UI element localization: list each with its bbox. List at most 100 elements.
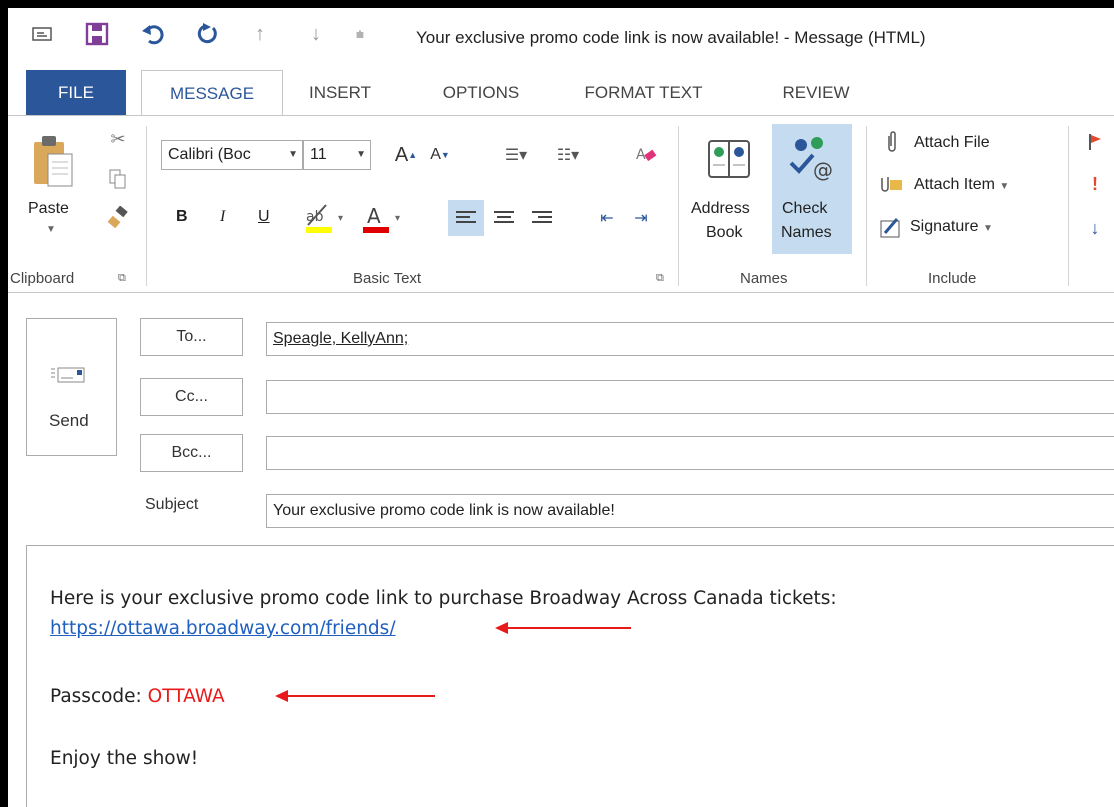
svg-text:▾: ▾ (395, 213, 400, 224)
send-label: Send (49, 411, 89, 430)
decrease-indent-icon[interactable]: ⇤ (592, 200, 622, 236)
signature-icon (876, 214, 906, 242)
basic-text-launcher-icon[interactable]: ⧉ (656, 272, 664, 285)
window-title: Your exclusive promo code link is now av… (416, 28, 926, 47)
passcode-line: Passcode: OTTAWA (50, 686, 225, 707)
paste-label[interactable]: Paste (28, 200, 69, 218)
ribbon: Paste ▼ ✂ Clipboard ⧉ Calibri (Boc ▼ 11 … (8, 115, 1114, 293)
body-line-intro: Here is your exclusive promo code link t… (50, 588, 837, 609)
title-bar: ↑ ↓ ⩧ Your exclusive promo code link is … (8, 8, 1114, 70)
ribbon-tabs: FILE MESSAGE INSERT OPTIONS FORMAT TEXT … (8, 70, 1114, 117)
attach-item-icon (876, 170, 906, 198)
customize-toolbar-icon[interactable]: ⩧ (350, 20, 370, 48)
check-names-label-line1: Check (782, 200, 828, 217)
tab-insert[interactable]: INSERT (300, 70, 380, 116)
subject-label: Subject (145, 496, 199, 513)
signature-label: Signature (910, 218, 979, 235)
address-book-label-line1[interactable]: Address (691, 200, 750, 218)
promo-link[interactable]: https://ottawa.broadway.com/friends/ (50, 618, 396, 639)
check-names-label-line2: Names (781, 224, 832, 241)
high-importance-icon[interactable]: ! (1084, 172, 1106, 196)
chevron-down-icon: ▼ (288, 149, 298, 160)
cut-icon[interactable]: ✂ (104, 124, 132, 154)
check-names-icon: @ (782, 128, 842, 188)
tab-options[interactable]: OPTIONS (426, 70, 536, 116)
group-separator (678, 126, 679, 286)
tab-format-text[interactable]: FORMAT TEXT (576, 70, 711, 116)
save-icon[interactable] (82, 20, 112, 48)
bcc-button[interactable]: Bcc... (140, 434, 243, 472)
group-separator (866, 126, 867, 286)
italic-button[interactable]: I (220, 208, 225, 226)
clear-formatting-icon[interactable]: A (632, 140, 660, 170)
clipboard-group-label: Clipboard (10, 270, 75, 287)
format-painter-icon[interactable] (104, 202, 132, 232)
tab-file[interactable]: FILE (26, 70, 126, 116)
send-icon (51, 365, 91, 390)
follow-up-flag-icon[interactable] (1084, 130, 1106, 154)
signature-button[interactable]: Signature ▼ (910, 218, 993, 236)
message-body[interactable]: Here is your exclusive promo code link t… (26, 545, 1114, 807)
closing-line: Enjoy the show! (50, 748, 199, 769)
bcc-field[interactable] (266, 436, 1114, 470)
attach-item-label: Attach Item (914, 176, 995, 193)
align-center-icon[interactable] (486, 200, 522, 236)
cc-field[interactable] (266, 380, 1114, 414)
increase-indent-icon[interactable]: ⇥ (626, 200, 656, 236)
paperclip-icon (880, 128, 904, 156)
address-book-label-line2[interactable]: Book (706, 224, 742, 242)
outlook-message-window: ↑ ↓ ⩧ Your exclusive promo code link is … (8, 8, 1114, 807)
highlight-color-icon[interactable]: ab▾ (303, 200, 353, 236)
to-button[interactable]: To... (140, 318, 243, 356)
subject-field[interactable]: Your exclusive promo code link is now av… (266, 494, 1114, 528)
svg-text:@: @ (813, 158, 833, 182)
group-separator (146, 126, 147, 286)
names-group-label: Names (740, 270, 788, 287)
send-button[interactable]: Send (26, 318, 117, 456)
to-field[interactable]: Speagle, KellyAnn; (266, 322, 1114, 356)
to-recipient[interactable]: Speagle, KellyAnn; (273, 330, 408, 347)
window-menu-icon[interactable] (28, 20, 56, 48)
svg-text:▾: ▾ (338, 213, 343, 224)
previous-item-icon[interactable]: ↑ (248, 20, 272, 48)
chevron-down-icon: ▼ (999, 181, 1010, 192)
address-book-icon[interactable] (694, 126, 764, 190)
chevron-down-icon: ▼ (982, 223, 993, 234)
align-right-icon[interactable] (524, 200, 560, 236)
font-name-combo[interactable]: Calibri (Boc ▼ (161, 140, 303, 170)
font-size-combo[interactable]: 11 ▼ (303, 140, 371, 170)
shrink-font-icon[interactable]: A ▼ (428, 140, 452, 170)
passcode-value: OTTAWA (147, 686, 225, 707)
include-group-label: Include (928, 270, 977, 287)
paste-icon[interactable] (24, 128, 84, 200)
paste-dropdown-icon[interactable]: ▼ (46, 224, 56, 235)
attach-item-button[interactable]: Attach Item ▼ (914, 176, 1009, 194)
annotation-arrow-link (495, 618, 635, 643)
annotation-arrow-passcode (275, 686, 440, 711)
copy-icon[interactable] (104, 164, 132, 194)
attach-file-button[interactable]: Attach File (914, 134, 990, 152)
svg-text:A: A (367, 204, 381, 228)
svg-text:A: A (636, 147, 646, 163)
chevron-down-icon: ▼ (356, 149, 366, 160)
undo-icon[interactable] (138, 20, 168, 48)
font-name-value: Calibri (Boc (168, 146, 251, 163)
underline-button[interactable]: U (258, 208, 270, 226)
grow-font-icon[interactable]: A ▲ (394, 140, 418, 170)
bold-button[interactable]: B (176, 208, 188, 226)
tab-review[interactable]: REVIEW (771, 70, 861, 116)
font-color-icon[interactable]: A ▾ (360, 200, 410, 236)
cc-button[interactable]: Cc... (140, 378, 243, 416)
font-size-value: 11 (310, 146, 327, 163)
numbering-icon[interactable]: ☷▾ (548, 140, 588, 170)
passcode-label: Passcode: (50, 686, 148, 707)
group-separator (1068, 126, 1069, 286)
align-left-icon[interactable] (448, 200, 484, 236)
next-item-icon[interactable]: ↓ (304, 20, 328, 48)
bullets-icon[interactable]: ☰▾ (496, 140, 536, 170)
low-importance-icon[interactable]: ↓ (1084, 216, 1106, 240)
promo-link-text[interactable]: https://ottawa.broadway.com/friends/ (50, 618, 396, 639)
redo-icon[interactable] (192, 20, 222, 48)
tab-message[interactable]: MESSAGE (141, 70, 283, 117)
clipboard-launcher-icon[interactable]: ⧉ (118, 272, 126, 285)
